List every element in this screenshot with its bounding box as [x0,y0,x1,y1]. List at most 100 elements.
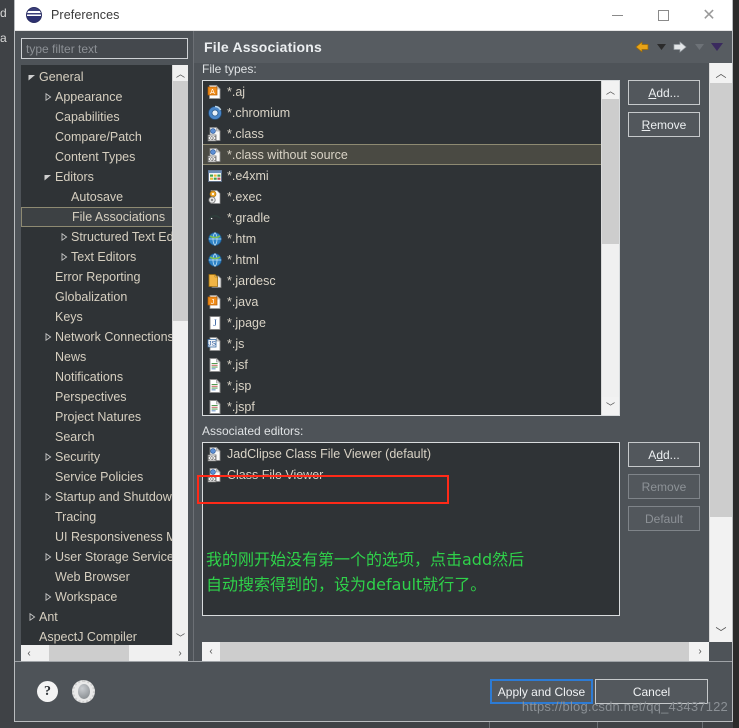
minimize-button[interactable] [594,0,640,31]
scroll-left-icon[interactable]: ‹ [21,645,37,661]
twisty-right-icon[interactable] [41,333,55,341]
sidebar-item-general[interactable]: General [21,67,172,87]
file-types-scroll-thumb[interactable] [602,99,619,244]
tree-hscroll-thumb[interactable] [49,645,129,661]
file-type-row[interactable]: *.jspf [203,396,601,415]
sidebar-item-globalization[interactable]: Globalization [21,287,172,307]
sidebar-item-security[interactable]: Security [21,447,172,467]
associated-editor-row[interactable]: 010 JadClipse Class File Viewer (default) [203,443,601,464]
file-type-row[interactable]: *.e4xmi [203,165,601,186]
sidebar-item-file-associations[interactable]: File Associations [21,207,172,227]
filter-field-wrapper[interactable] [21,38,188,59]
sidebar-item-ui-responsiveness-monitoring[interactable]: UI Responsiveness Monitoring [21,527,172,547]
scroll-down-icon[interactable]: ﹀ [602,397,619,415]
file-type-row[interactable]: J *.java [203,291,601,312]
sidebar-item-appearance[interactable]: Appearance [21,87,172,107]
add-file-type-button[interactable]: Add... [628,80,700,105]
page-hscroll-track[interactable] [220,642,691,661]
tree-hscroll-track[interactable] [37,645,172,661]
twisty-right-icon[interactable] [41,93,55,101]
file-type-row[interactable]: JS *.js [203,333,601,354]
sidebar-item-user-storage-service[interactable]: User Storage Service [21,547,172,567]
tree-scroll-thumb[interactable] [173,81,188,321]
sidebar-item-ant[interactable]: Ant [21,607,172,627]
scroll-down-icon[interactable]: ﹀ [173,629,188,645]
maximize-button[interactable] [640,0,686,31]
file-types-list[interactable]: A *.aj *.chromium 010 *.class 010 *.class with… [203,81,601,415]
file-type-row[interactable]: 010 *.class [203,123,601,144]
associated-editors-listbox[interactable]: 010 JadClipse Class File Viewer (default)… [202,442,620,616]
preferences-tree[interactable]: General Appearance Capabilities Compare/Pat… [21,65,172,645]
twisty-down-icon[interactable] [41,173,55,181]
sidebar-item-search[interactable]: Search [21,427,172,447]
restore-defaults-icon[interactable] [72,680,95,703]
arrow-left-icon[interactable] [632,37,652,57]
remove-file-type-button[interactable]: Remove [628,112,700,137]
sidebar-item-keys[interactable]: Keys [21,307,172,327]
sidebar-item-content-types[interactable]: Content Types [21,147,172,167]
twisty-right-icon[interactable] [41,553,55,561]
associated-editor-row[interactable]: 010 Class File Viewer [203,464,601,485]
sidebar-item-notifications[interactable]: Notifications [21,367,172,387]
file-type-row[interactable]: 010 *.class without source [203,144,601,165]
sidebar-item-structured-text-editors[interactable]: Structured Text Editors [21,227,172,247]
scroll-down-icon[interactable]: ﹀ [710,622,732,642]
sidebar-item-error-reporting[interactable]: Error Reporting [21,267,172,287]
tree-vertical-scrollbar[interactable]: ︿ ﹀ [172,65,188,645]
page-hscroll-thumb[interactable] [220,642,689,661]
file-types-listbox[interactable]: A *.aj *.chromium 010 *.class 010 *.class with… [202,80,620,416]
sidebar-item-perspectives[interactable]: Perspectives [21,387,172,407]
file-type-row[interactable]: *.exec [203,186,601,207]
page-vertical-scrollbar[interactable]: ︿ ﹀ [709,63,732,642]
sidebar-item-compare-patch[interactable]: Compare/Patch [21,127,172,147]
sidebar-item-tracing[interactable]: Tracing [21,507,172,527]
question-mark-icon[interactable]: ? [37,681,58,702]
file-type-row[interactable]: *.gradle [203,207,601,228]
twisty-right-icon[interactable] [57,253,71,261]
scroll-right-icon[interactable]: › [172,645,188,661]
sidebar-item-aspectj-compiler[interactable]: AspectJ Compiler [21,627,172,645]
sidebar-item-web-browser[interactable]: Web Browser [21,567,172,587]
back-history-caret-down-icon[interactable] [655,37,667,57]
file-type-row[interactable]: A *.aj [203,81,601,102]
twisty-right-icon[interactable] [57,233,71,241]
arrow-right-icon[interactable] [670,37,690,57]
sidebar-item-project-natures[interactable]: Project Natures [21,407,172,427]
sidebar-item-news[interactable]: News [21,347,172,367]
twisty-down-icon[interactable] [25,73,39,81]
sidebar-item-capabilities[interactable]: Capabilities [21,107,172,127]
scroll-up-icon[interactable]: ︿ [173,65,188,81]
sidebar-item-service-policies[interactable]: Service Policies [21,467,172,487]
file-type-row[interactable]: *.html [203,249,601,270]
caret-down-icon[interactable] [708,37,726,57]
default-editor-button[interactable]: Default [628,506,700,531]
sidebar-item-autosave[interactable]: Autosave [21,187,172,207]
page-horizontal-scrollbar[interactable]: ‹ › [202,642,709,661]
twisty-right-icon[interactable] [41,453,55,461]
file-type-row[interactable]: *.htm [203,228,601,249]
file-types-vertical-scrollbar[interactable]: ︿ ﹀ [601,81,619,415]
sidebar-item-workspace[interactable]: Workspace [21,587,172,607]
twisty-right-icon[interactable] [41,593,55,601]
file-type-row[interactable]: J *.jpage [203,312,601,333]
page-scroll-thumb[interactable] [710,83,732,517]
sidebar-item-editors[interactable]: Editors [21,167,172,187]
scroll-up-icon[interactable]: ︿ [710,63,732,83]
file-type-row[interactable]: *.chromium [203,102,601,123]
tree-horizontal-scrollbar[interactable]: ‹ › [21,645,188,661]
page-scroll-track[interactable] [710,83,732,622]
sidebar-item-startup-and-shutdown[interactable]: Startup and Shutdown [21,487,172,507]
twisty-right-icon[interactable] [41,493,55,501]
search-input[interactable] [22,39,187,58]
associated-editors-list[interactable]: 010 JadClipse Class File Viewer (default)… [203,443,601,615]
remove-editor-button[interactable]: Remove [628,474,700,499]
scroll-left-icon[interactable]: ‹ [202,642,220,661]
file-types-scroll-track[interactable] [602,99,619,397]
file-type-row[interactable]: *.jsp [203,375,601,396]
scroll-up-icon[interactable]: ︿ [602,81,619,99]
file-type-row[interactable]: *.jsf [203,354,601,375]
scroll-right-icon[interactable]: › [691,642,709,661]
file-type-row[interactable]: *.jardesc [203,270,601,291]
sidebar-item-network-connections[interactable]: Network Connections [21,327,172,347]
sidebar-item-text-editors[interactable]: Text Editors [21,247,172,267]
